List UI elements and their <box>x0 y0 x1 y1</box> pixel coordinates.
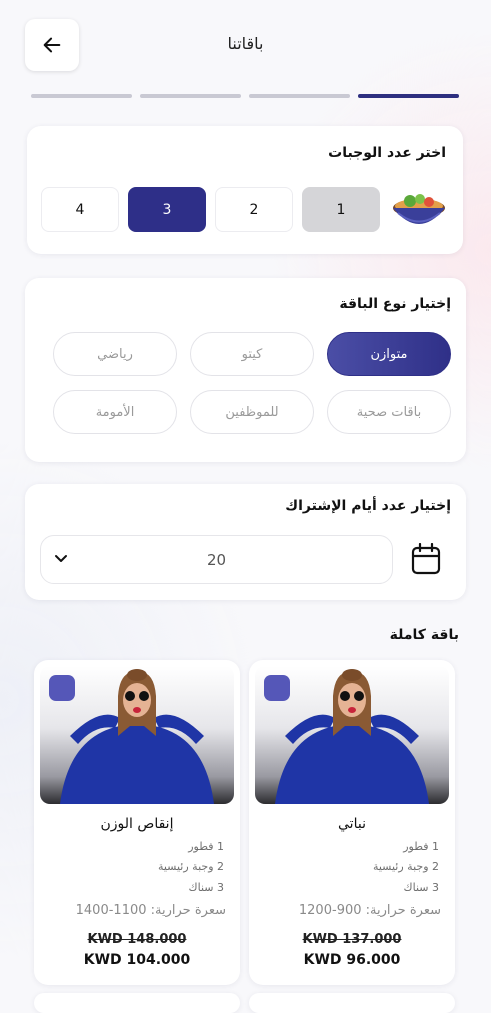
meal-option-4[interactable]: 4 <box>41 187 119 232</box>
plan-card-weight-loss[interactable]: إنقاص الوزن 1 فطور 2 وجبة رئيسية 3 سناك … <box>34 660 240 985</box>
plan-old-price: KWD 148.000 <box>87 932 187 947</box>
plan-name: نباتي <box>338 816 366 832</box>
plan-card-next-right[interactable] <box>249 993 455 1013</box>
plan-card-next-left[interactable] <box>34 993 240 1013</box>
plan-name: إنقاص الوزن <box>100 816 174 832</box>
image-badge <box>264 675 290 701</box>
plan-new-price: KWD 104.000 <box>83 952 191 968</box>
food-bowl-icon <box>390 186 448 232</box>
days-title: إختيار عدد أيام الإشتراك <box>285 498 451 514</box>
plan-snacks: 3 سناك <box>188 881 224 894</box>
meal-option-1[interactable]: 1 <box>302 187 380 232</box>
image-badge <box>49 675 75 701</box>
chip-employees[interactable]: للموظفين <box>190 390 314 434</box>
plan-snacks: 3 سناك <box>403 881 439 894</box>
chip-sport[interactable]: رياضي <box>53 332 177 376</box>
progress-step-3 <box>249 94 350 98</box>
package-type-title: إختيار نوع الباقة <box>339 296 451 312</box>
plan-new-price: KWD 96.000 <box>303 952 401 968</box>
chip-balanced[interactable]: متوازن <box>327 332 451 376</box>
plan-main-meals: 2 وجبة رئيسية <box>372 860 439 873</box>
meal-option-3[interactable]: 3 <box>128 187 206 232</box>
plan-card-vegan[interactable]: نباتي 1 فطور 2 وجبة رئيسية 3 سناك سعرة ح… <box>249 660 455 985</box>
chip-maternity[interactable]: الأمومة <box>53 390 177 434</box>
plan-calories: سعرة حرارية: 900-1200 <box>298 903 441 918</box>
plan-breakfast: 1 فطور <box>403 840 439 853</box>
days-dropdown[interactable]: 20 <box>40 535 393 584</box>
progress-step-1 <box>31 94 132 98</box>
chip-keto[interactable]: كيتو <box>190 332 314 376</box>
progress-step-2 <box>140 94 241 98</box>
plan-old-price: KWD 137.000 <box>302 932 402 947</box>
chip-healthy[interactable]: باقات صحية <box>327 390 451 434</box>
page-title: باقاتنا <box>227 34 264 53</box>
progress-step-4 <box>358 94 459 98</box>
plan-image <box>255 666 449 804</box>
meal-option-2[interactable]: 2 <box>215 187 293 232</box>
plans-section-title: باقة كاملة <box>389 627 459 643</box>
days-value: 20 <box>206 551 227 569</box>
plan-calories: سعرة حرارية: 1100-1400 <box>75 903 226 918</box>
calendar-icon <box>411 542 441 575</box>
plan-breakfast: 1 فطور <box>188 840 224 853</box>
plan-image <box>40 666 234 804</box>
plan-main-meals: 2 وجبة رئيسية <box>157 860 224 873</box>
meals-section-title: اختر عدد الوجبات <box>328 145 446 161</box>
